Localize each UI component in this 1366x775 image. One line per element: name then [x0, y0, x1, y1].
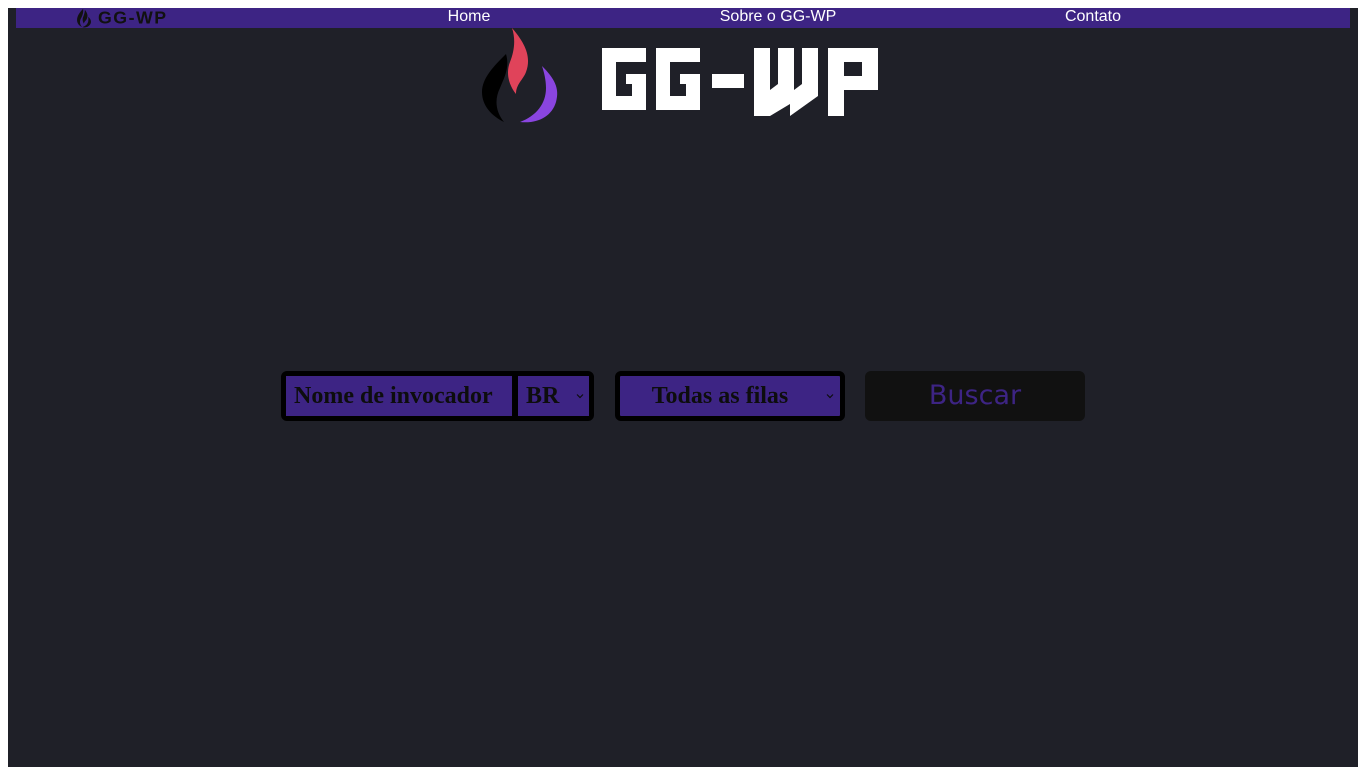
- wordmark: [602, 48, 878, 116]
- flame-logo-icon: [77, 8, 91, 28]
- nav-logo[interactable]: GG-WP: [74, 8, 172, 28]
- search-button[interactable]: Buscar: [865, 371, 1085, 421]
- nav-link-contact[interactable]: Contato: [1065, 8, 1121, 28]
- top-navbar: GG-WP Home Sobre o GG-WP Contato: [16, 8, 1350, 28]
- queue-select[interactable]: Todas as filas: [615, 371, 845, 421]
- summoner-name-input[interactable]: [286, 376, 512, 416]
- summoner-search-group: BR: [281, 371, 594, 421]
- chevron-down-icon: [826, 394, 834, 399]
- nav-wordmark: GG-WP: [98, 9, 168, 27]
- hero-logo: GG-WP: [480, 26, 900, 126]
- region-select-value: BR: [526, 383, 560, 409]
- nav-link-home[interactable]: Home: [448, 8, 491, 28]
- svg-text:GG-WP: GG-WP: [98, 9, 168, 27]
- flame-logo-icon: [482, 28, 558, 123]
- nav-link-about[interactable]: Sobre o GG-WP: [720, 8, 836, 28]
- search-form: BR Todas as filas Buscar: [281, 371, 1087, 421]
- page: GG-WP Home Sobre o GG-WP Contato Nome de…: [8, 8, 1358, 767]
- chevron-down-icon: [576, 394, 584, 399]
- queue-select-value: Todas as filas: [651, 383, 789, 409]
- hero-logo-graphic: GG-WP: [482, 28, 878, 123]
- region-select[interactable]: BR: [518, 376, 589, 416]
